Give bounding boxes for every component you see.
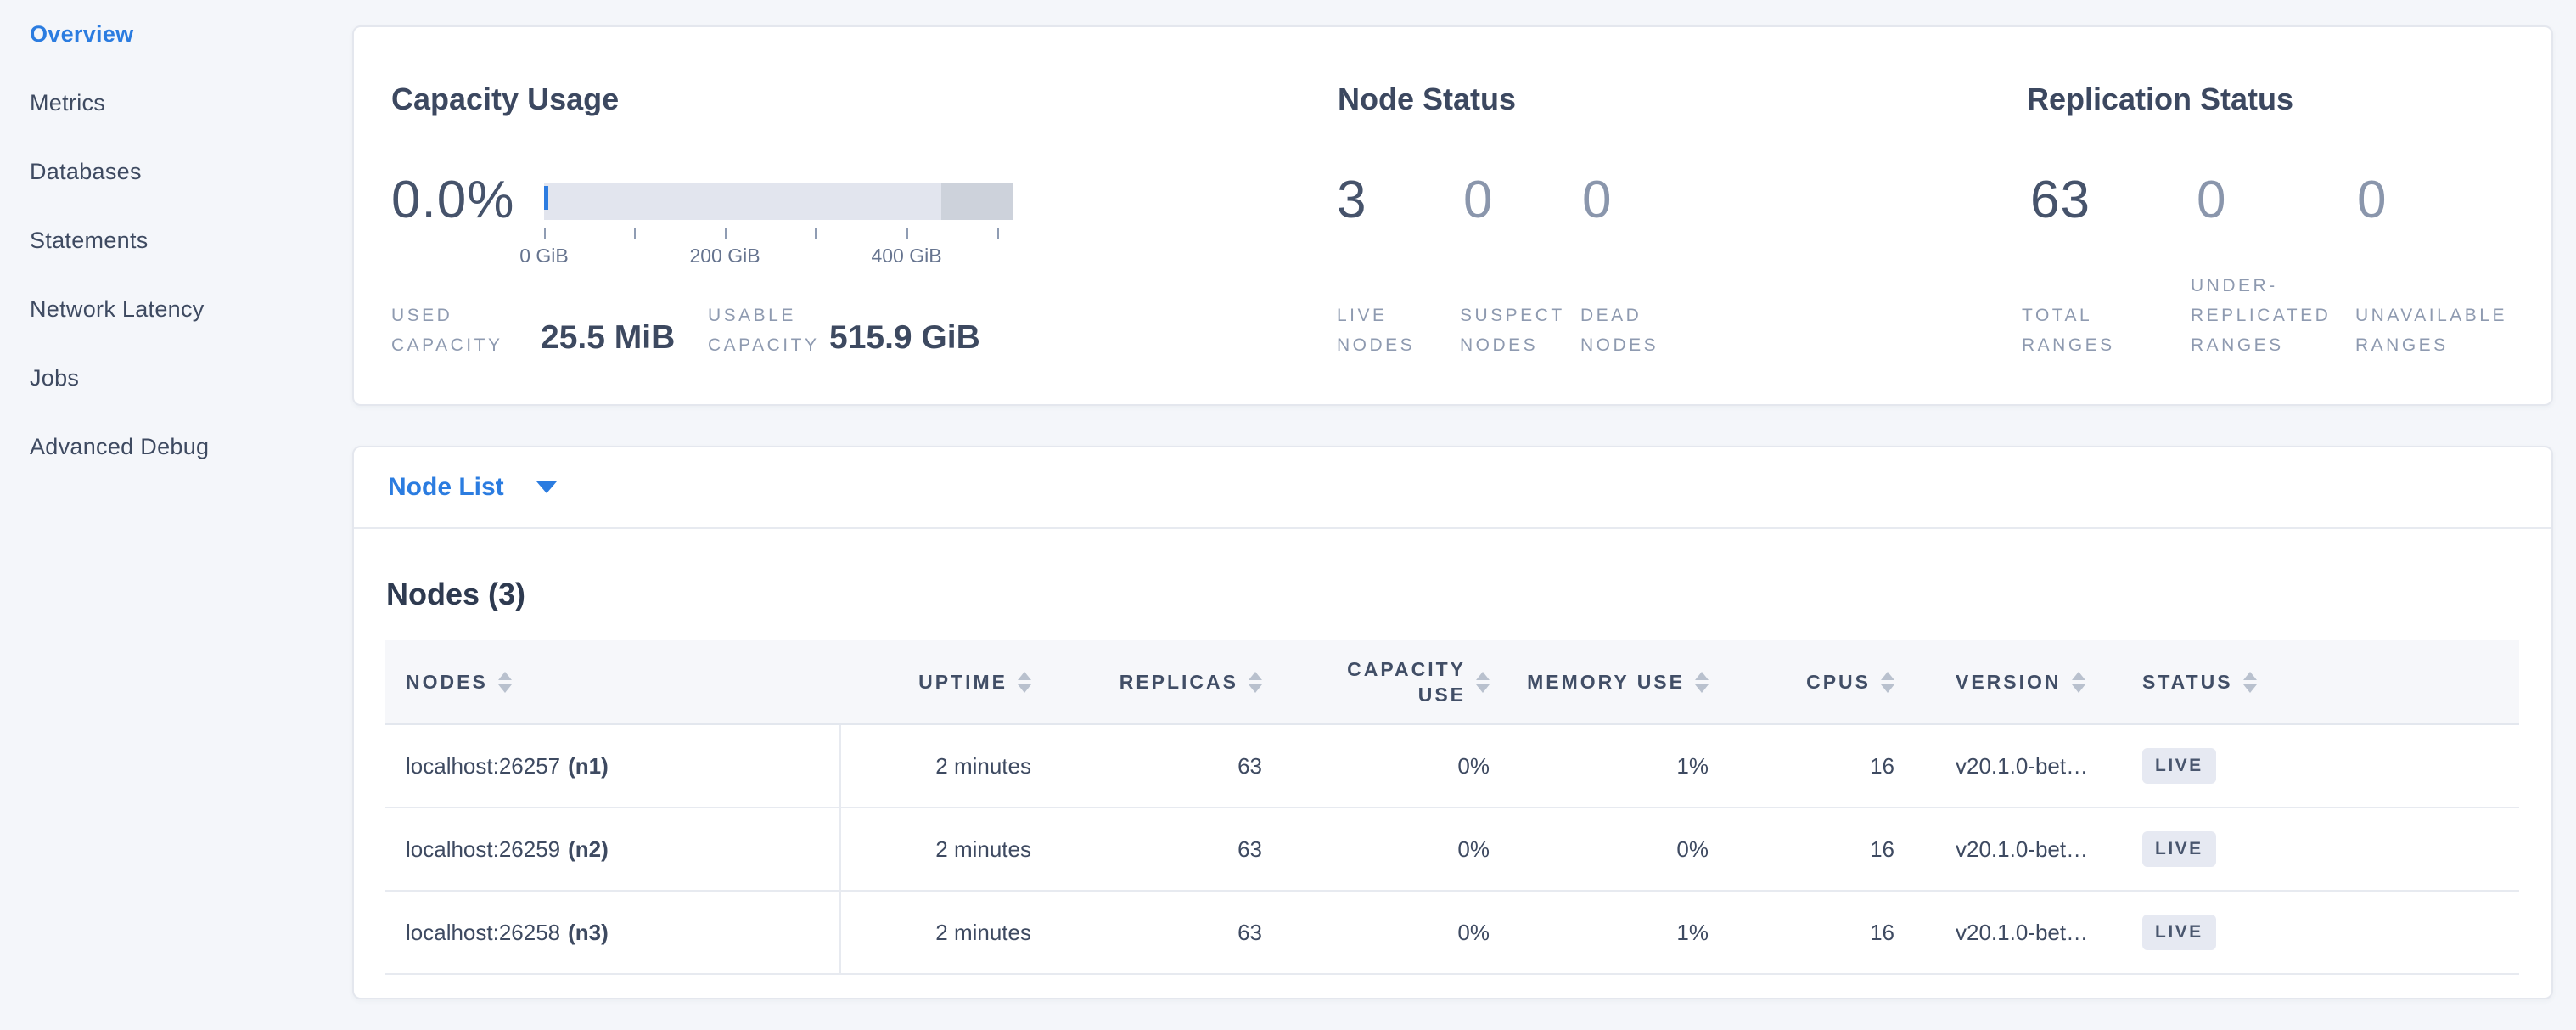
memory-use-cell: 0% — [1515, 808, 1734, 890]
uptime-cell: 2 minutes — [839, 892, 1057, 973]
usable-capacity-label: USABLE CAPACITY — [708, 301, 831, 360]
live-nodes-count: 3 — [1337, 173, 1367, 228]
memory-use-cell: 1% — [1515, 892, 1734, 973]
node-address-cell[interactable]: localhost:26258 (n3) — [385, 892, 839, 973]
sort-icon — [498, 672, 512, 693]
cluster-summary-card: Capacity Usage 0.0% 0 GiB 200 GiB 400 Gi… — [352, 25, 2553, 406]
gauge-tick-marks — [544, 228, 1013, 240]
table-row-node-2[interactable]: localhost:26259 (n2) 2 minutes 63 0% 0% … — [385, 808, 2519, 892]
sidebar-item-metrics[interactable]: Metrics — [0, 69, 352, 138]
status-badge: LIVE — [2142, 915, 2216, 950]
memory-use-cell: 1% — [1515, 725, 1734, 807]
capacity-usage-gauge — [544, 183, 1013, 220]
cpus-cell: 16 — [1734, 808, 1920, 890]
sidebar-item-advanced-debug[interactable]: Advanced Debug — [0, 413, 352, 481]
gauge-tick-label-0: 0 GiB — [519, 245, 569, 267]
used-capacity-value: 25.5 MiB — [541, 319, 675, 357]
column-header-version[interactable]: VERSION — [1920, 640, 2119, 723]
replication-status-title: Replication Status — [2027, 82, 2293, 117]
node-id: (n2) — [568, 836, 609, 863]
column-header-nodes[interactable]: NODES — [385, 640, 839, 723]
column-header-replicas[interactable]: REPLICAS — [1057, 640, 1288, 723]
version-cell: v20.1.0-bet… — [1920, 892, 2119, 973]
nodes-table-body: localhost:26257 (n1) 2 minutes 63 0% 1% … — [385, 725, 2519, 975]
dead-nodes-label: DEAD NODES — [1580, 301, 1691, 360]
used-capacity-label: USED CAPACITY — [391, 301, 514, 360]
capacity-gauge-used-bar — [544, 186, 548, 210]
under-replicated-ranges-count: 0 — [2197, 173, 2226, 228]
sidebar-item-statements[interactable]: Statements — [0, 206, 352, 275]
node-list-dropdown-label: Node List — [388, 473, 504, 502]
cpus-cell: 16 — [1734, 725, 1920, 807]
gauge-tick-label-400: 400 GiB — [871, 245, 941, 267]
chevron-down-icon — [536, 481, 557, 493]
nodes-table: NODES UPTIME REPLICAS CAPACITY USE MEMOR… — [385, 640, 2519, 975]
capacity-use-cell: 0% — [1288, 808, 1515, 890]
sidebar-item-jobs[interactable]: Jobs — [0, 344, 352, 413]
column-header-cpus[interactable]: CPUS — [1734, 640, 1920, 723]
status-badge: LIVE — [2142, 831, 2216, 867]
column-header-uptime[interactable]: UPTIME — [839, 640, 1057, 723]
uptime-cell: 2 minutes — [839, 725, 1057, 807]
total-ranges-label: TOTAL RANGES — [2022, 301, 2141, 360]
sort-icon — [2243, 672, 2257, 693]
uptime-cell: 2 minutes — [839, 808, 1057, 890]
column-header-status[interactable]: STATUS — [2119, 640, 2519, 723]
capacity-usage-title: Capacity Usage — [391, 82, 619, 117]
node-address-cell[interactable]: localhost:26257 (n1) — [385, 725, 839, 807]
cpus-cell: 16 — [1734, 892, 1920, 973]
node-status-title: Node Status — [1338, 82, 1516, 117]
status-cell: LIVE — [2119, 808, 2519, 890]
status-badge: LIVE — [2142, 748, 2216, 784]
sidebar-item-network-latency[interactable]: Network Latency — [0, 275, 352, 344]
replicas-cell: 63 — [1057, 725, 1288, 807]
nodes-table-header: NODES UPTIME REPLICAS CAPACITY USE MEMOR… — [385, 640, 2519, 725]
sidebar: Overview Metrics Databases Statements Ne… — [0, 0, 352, 481]
sort-icon — [1018, 672, 1031, 693]
capacity-use-cell: 0% — [1288, 892, 1515, 973]
sort-icon — [2072, 672, 2085, 693]
total-ranges-count: 63 — [2030, 173, 2091, 228]
column-header-memory-use[interactable]: MEMORY USE — [1515, 640, 1734, 723]
column-header-capacity-use[interactable]: CAPACITY USE — [1288, 640, 1515, 723]
capacity-gauge-tail — [941, 183, 1013, 220]
unavailable-ranges-label: UNAVAILABLE RANGES — [2355, 301, 2529, 360]
version-cell: v20.1.0-bet… — [1920, 725, 2119, 807]
capacity-used-percent: 0.0% — [391, 173, 514, 228]
gauge-tick-label-200: 200 GiB — [689, 245, 760, 267]
status-cell: LIVE — [2119, 725, 2519, 807]
nodes-table-title: Nodes (3) — [386, 577, 525, 612]
node-id: (n3) — [568, 920, 609, 946]
column-divider — [839, 725, 841, 975]
sidebar-item-databases[interactable]: Databases — [0, 138, 352, 206]
suspect-nodes-count: 0 — [1463, 173, 1493, 228]
dead-nodes-count: 0 — [1582, 173, 1612, 228]
version-cell: v20.1.0-bet… — [1920, 808, 2119, 890]
node-address-cell[interactable]: localhost:26259 (n2) — [385, 808, 839, 890]
replicas-cell: 63 — [1057, 808, 1288, 890]
sort-icon — [1249, 672, 1262, 693]
node-list-dropdown[interactable]: Node List — [354, 447, 2551, 529]
sort-icon — [1881, 672, 1894, 693]
sort-icon — [1476, 672, 1490, 693]
usable-capacity-value: 515.9 GiB — [829, 319, 980, 357]
replicas-cell: 63 — [1057, 892, 1288, 973]
sort-icon — [1695, 672, 1709, 693]
capacity-use-cell: 0% — [1288, 725, 1515, 807]
suspect-nodes-label: SUSPECT NODES — [1460, 301, 1579, 360]
unavailable-ranges-count: 0 — [2357, 173, 2387, 228]
sidebar-item-overview[interactable]: Overview — [0, 0, 352, 69]
live-nodes-label: LIVE NODES — [1337, 301, 1447, 360]
node-list-card: Node List Nodes (3) NODES UPTIME REPLICA… — [352, 446, 2553, 999]
node-id: (n1) — [568, 753, 609, 780]
under-replicated-ranges-label: UNDER-REPLICATED RANGES — [2191, 271, 2352, 360]
table-row-node-1[interactable]: localhost:26257 (n1) 2 minutes 63 0% 1% … — [385, 725, 2519, 808]
status-cell: LIVE — [2119, 892, 2519, 973]
table-row-node-3[interactable]: localhost:26258 (n3) 2 minutes 63 0% 1% … — [385, 892, 2519, 975]
